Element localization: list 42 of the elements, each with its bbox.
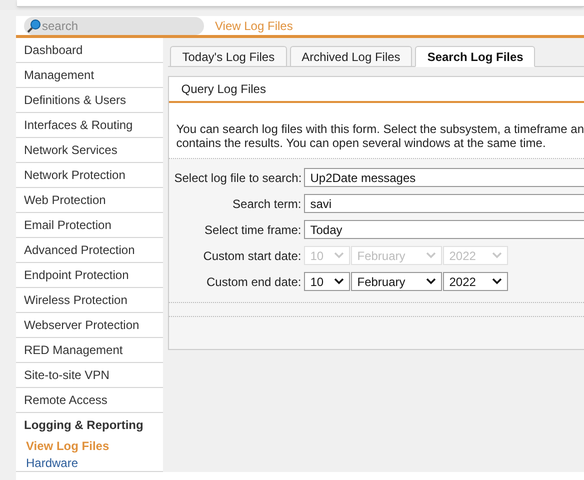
sidebar-item[interactable]: Logging & Reporting (16, 413, 164, 437)
chevron-down-icon (334, 252, 344, 259)
panel-title: Query Log Files (181, 81, 266, 98)
sidebar-item[interactable]: Advanced Protection (16, 238, 164, 262)
description-text: contains the results. You can open several windows at the same time. (176, 136, 547, 150)
field-label: Custom end date: (206, 274, 302, 290)
sidebar-item[interactable]: Definitions & Users (16, 88, 164, 112)
dropdown[interactable]: Today (304, 220, 584, 239)
field-label: Select log file to search: (174, 170, 303, 186)
sidebar-subitem[interactable]: Hardware (16, 454, 164, 471)
field-label: Custom start date: (202, 248, 302, 264)
input-field[interactable]: savi (304, 194, 584, 213)
tab[interactable]: Today's Log Files (170, 46, 287, 67)
sidebar-item[interactable]: Management (16, 63, 164, 87)
sidebar-item[interactable]: Web Protection (16, 188, 164, 212)
sidebar-item[interactable]: Webserver Protection (16, 313, 164, 337)
tab[interactable]: Archived Log Files (290, 46, 412, 67)
chevron-down-icon (492, 252, 502, 259)
dropdown[interactable]: February (351, 272, 442, 291)
chevron-down-icon (334, 278, 344, 285)
sidebar-item[interactable]: Endpoint Protection (16, 263, 164, 287)
description-text: You can search log files with this form. Select the subsystem, a timeframe an (176, 122, 584, 136)
sidebar-item[interactable]: Remote Access (16, 388, 164, 412)
field-label: Select time frame: (204, 222, 302, 238)
field-label: Search term: (232, 196, 302, 212)
sidebar-item[interactable]: Interfaces & Routing (16, 113, 164, 137)
tab[interactable]: Search Log Files (415, 46, 536, 67)
sidebar-item[interactable]: Network Protection (16, 163, 164, 187)
sidebar-item[interactable]: Network Services (16, 138, 164, 162)
sidebar-item[interactable]: Wireless Protection (16, 288, 164, 312)
sidebar-item[interactable]: Dashboard (16, 38, 164, 62)
page-title: View Log Files (215, 18, 293, 34)
sidebar-item[interactable]: Site-to-site VPN (16, 363, 164, 387)
dropdown[interactable]: Up2Date messages (304, 168, 584, 187)
dropdown[interactable]: 10 (304, 272, 350, 291)
sidebar-item[interactable]: Email Protection (16, 213, 164, 237)
chevron-down-icon (492, 278, 502, 285)
sidebar-item[interactable]: RED Management (16, 338, 164, 362)
search-icon (27, 18, 41, 32)
dropdown[interactable]: 2022 (443, 272, 508, 291)
chevron-down-icon (426, 252, 436, 259)
chevron-down-icon (426, 278, 436, 285)
